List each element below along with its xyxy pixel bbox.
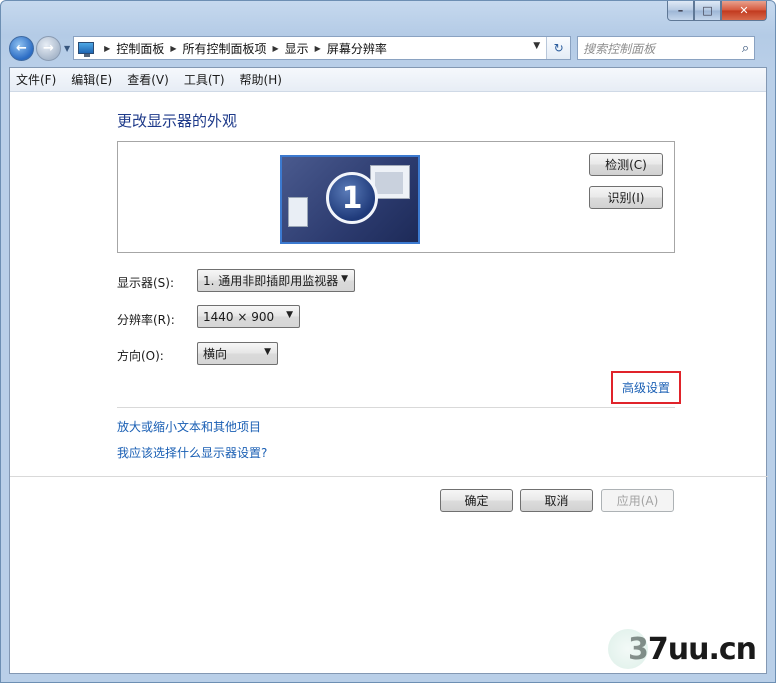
- menu-file[interactable]: 文件(F): [16, 71, 56, 88]
- resolution-select[interactable]: 1440 × 900 ▼: [197, 305, 300, 328]
- display-value: 1. 通用非即插即用监视器: [203, 274, 339, 288]
- divider: [117, 407, 675, 408]
- watermark: 37uu.cn: [608, 629, 757, 669]
- advanced-settings-highlight: 高级设置: [611, 371, 681, 404]
- address-bar[interactable]: ▶ 控制面板 ▶ 所有控制面板项 ▶ 显示 ▶ 屏幕分辨率 ▼ ↻: [73, 36, 572, 60]
- content-area: 文件(F) 编辑(E) 查看(V) 工具(T) 帮助(H) 更改显示器的外观 1…: [9, 67, 768, 674]
- menu-view[interactable]: 查看(V): [127, 71, 169, 88]
- control-panel-icon: [78, 42, 95, 57]
- chevron-down-icon: ▼: [341, 274, 348, 284]
- display-label: 显示器(S):: [117, 276, 175, 290]
- search-input[interactable]: 搜索控制面板 ⌕: [577, 36, 756, 60]
- advanced-settings-link[interactable]: 高级设置: [622, 379, 670, 396]
- detect-button[interactable]: 检测(C): [589, 153, 663, 176]
- menu-help[interactable]: 帮助(H): [240, 71, 282, 88]
- apply-button: 应用(A): [601, 489, 674, 512]
- breadcrumb-separator[interactable]: ▶: [104, 44, 110, 53]
- chevron-down-icon: ▼: [264, 347, 271, 357]
- chevron-down-icon: ▼: [286, 310, 293, 320]
- monitor-preview-panel: 1 检测(C) 识别(I): [117, 141, 675, 253]
- navigation-bar: ← → ▼ ▶ 控制面板 ▶ 所有控制面板项 ▶ 显示 ▶ 屏幕分辨率 ▼ ↻ …: [9, 33, 767, 63]
- breadcrumb-screen-resolution[interactable]: 屏幕分辨率: [327, 40, 387, 57]
- monitor-1[interactable]: 1: [280, 155, 420, 244]
- display-select[interactable]: 1. 通用非即插即用监视器 ▼: [197, 269, 355, 292]
- monitor-wallpaper-gadget: [288, 197, 308, 227]
- divider: [10, 476, 768, 477]
- close-button[interactable]: ✕: [721, 1, 767, 21]
- window: – □ ✕ ← → ▼ ▶ 控制面板 ▶ 所有控制面板项 ▶ 显示 ▶ 屏幕分辨…: [0, 0, 776, 683]
- resolution-label: 分辨率(R):: [117, 313, 175, 327]
- search-icon[interactable]: ⌕: [742, 41, 749, 56]
- breadcrumb-separator[interactable]: ▶: [315, 44, 321, 53]
- resolution-value: 1440 × 900: [203, 309, 275, 324]
- identify-button[interactable]: 识别(I): [589, 186, 663, 209]
- orientation-label: 方向(O):: [117, 349, 164, 363]
- recent-pages-icon[interactable]: ▼: [64, 44, 70, 53]
- back-button[interactable]: ←: [9, 35, 34, 61]
- text-size-link[interactable]: 放大或缩小文本和其他项目: [117, 418, 261, 435]
- maximize-button[interactable]: □: [694, 1, 721, 21]
- caption-buttons: – □ ✕: [667, 1, 767, 21]
- breadcrumb-control-panel[interactable]: 控制面板: [116, 40, 164, 57]
- orientation-select[interactable]: 横向 ▼: [197, 342, 278, 365]
- ok-button[interactable]: 确定: [440, 489, 513, 512]
- menu-edit[interactable]: 编辑(E): [71, 71, 112, 88]
- forward-button[interactable]: →: [36, 35, 61, 61]
- search-placeholder: 搜索控制面板: [583, 41, 656, 56]
- minimize-button[interactable]: –: [667, 1, 694, 21]
- breadcrumb-display[interactable]: 显示: [285, 40, 309, 57]
- cancel-button[interactable]: 取消: [520, 489, 593, 512]
- monitor-number-badge: 1: [326, 172, 378, 224]
- menu-bar: 文件(F) 编辑(E) 查看(V) 工具(T) 帮助(H): [10, 68, 766, 92]
- address-dropdown-icon[interactable]: ▼: [533, 41, 540, 51]
- page-title: 更改显示器的外观: [117, 112, 238, 130]
- refresh-button[interactable]: ↻: [546, 37, 571, 59]
- watermark-logo: [608, 629, 648, 669]
- refresh-icon: ↻: [553, 41, 564, 55]
- breadcrumb-separator[interactable]: ▶: [273, 44, 279, 53]
- orientation-value: 横向: [203, 347, 228, 361]
- breadcrumb-all-items[interactable]: 所有控制面板项: [182, 40, 266, 57]
- menu-tools[interactable]: 工具(T): [184, 71, 225, 88]
- breadcrumb-separator[interactable]: ▶: [170, 44, 176, 53]
- which-settings-link[interactable]: 我应该选择什么显示器设置?: [117, 444, 267, 461]
